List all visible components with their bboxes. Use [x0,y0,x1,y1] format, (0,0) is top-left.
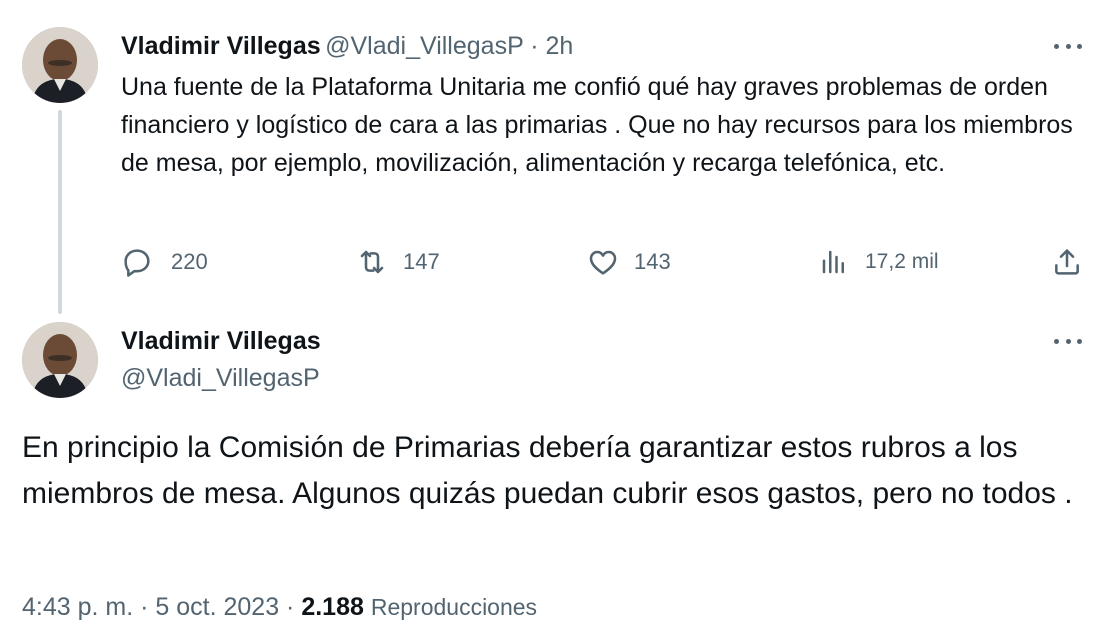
tweet1-share-button[interactable] [1051,242,1083,282]
tweet1-views-button[interactable]: 17,2 mil [819,242,939,282]
tweet2-author-handle[interactable]: @Vladi_VillegasP [121,362,320,394]
tweet1-avatar[interactable] [22,27,98,103]
tweet1-header-separator: · [523,32,546,60]
tweet2-more-icon[interactable] [1050,331,1086,351]
thread-connector-line [58,110,62,314]
tweet1-views-count: 17,2 mil [865,250,939,273]
tweet1-retweet-button[interactable]: 147 [355,242,440,282]
like-icon [586,246,620,278]
tweet1-like-button[interactable]: 143 [586,242,671,282]
tweet2-time[interactable]: 4:43 p. m. [22,593,133,621]
tweet1-reply-button[interactable]: 220 [121,242,208,282]
views-icon [819,246,849,278]
reply-icon [121,246,153,278]
tweet2-author-name[interactable]: Vladimir Villegas [121,325,321,357]
tweet1-header: Vladimir Villegas @Vladi_VillegasP · 2h [121,30,573,66]
tweet1-action-bar: 220 147 143 17,2 mil [121,242,1091,282]
tweet1-timestamp[interactable]: 2h [546,32,574,60]
retweet-icon [355,246,389,278]
tweet1-like-count: 143 [634,249,671,274]
tweet1-more-icon[interactable] [1050,36,1086,56]
tweet2-text: En principio la Comisión de Primarias de… [22,431,1073,510]
tweet1-reply-count: 220 [171,249,208,274]
tweet2-meta-separator-2: · [279,593,302,621]
tweet2-avatar[interactable] [22,322,98,398]
tweet2-meta-separator-1: · [133,593,156,621]
tweet2-views-label: Reproducciones [370,594,538,620]
tweet2-date[interactable]: 5 oct. 2023 [155,593,279,621]
tweet1-author-name[interactable]: Vladimir Villegas [121,32,321,60]
share-icon [1051,246,1083,278]
tweet1-author-handle[interactable]: @Vladi_VillegasP [325,32,523,60]
tweet1-text: Una fuente de la Plataforma Unitaria me … [121,73,1073,177]
tweet1-retweet-count: 147 [403,249,440,274]
tweet2-meta: 4:43 p. m. · 5 oct. 2023 · 2.188 Reprodu… [22,590,537,624]
tweet2-views-count: 2.188 [301,593,364,621]
